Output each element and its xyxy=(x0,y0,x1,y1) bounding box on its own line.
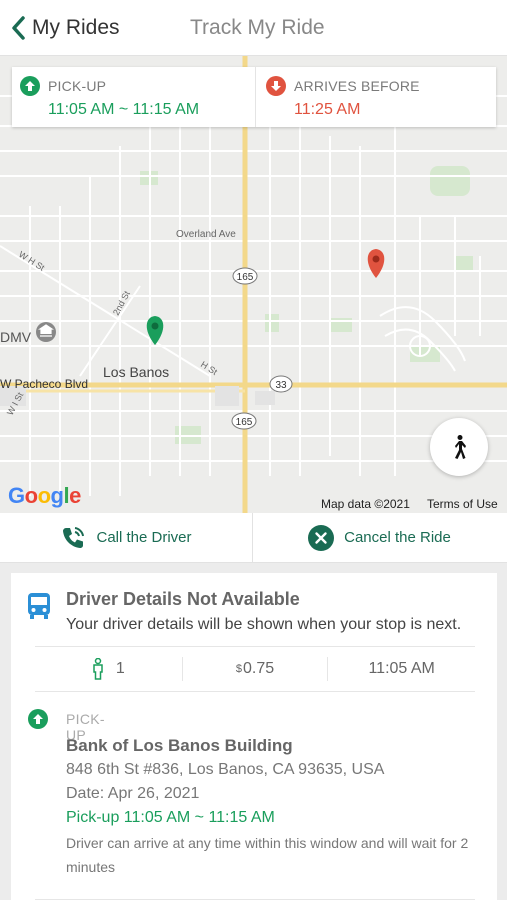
arrives-before-section: ARRIVES BEFORE 11:25 AM xyxy=(256,67,496,127)
passenger-count: 1 xyxy=(35,658,182,680)
walk-button[interactable] xyxy=(430,418,488,476)
person-icon xyxy=(93,658,103,680)
svg-text:Los Banos: Los Banos xyxy=(103,364,169,380)
walking-person-icon xyxy=(455,435,466,459)
google-logo: Google xyxy=(8,483,81,508)
svg-text:165: 165 xyxy=(237,272,254,283)
svg-text:W Pacheco Blvd: W Pacheco Blvd xyxy=(0,377,88,391)
svg-text:W H St: W H St xyxy=(17,249,47,273)
header: My Rides Track My Ride xyxy=(0,0,507,56)
ride-stats: 1 $ 0.75 11:05 AM xyxy=(35,646,475,692)
back-label: My Rides xyxy=(32,16,120,39)
pickup-note: Driver can arrive at any time within thi… xyxy=(66,835,469,875)
fare-amount: 0.75 xyxy=(243,660,275,677)
back-button[interactable]: My Rides xyxy=(10,12,120,44)
arrives-before-label: ARRIVES BEFORE xyxy=(294,78,420,94)
driver-title: Driver Details Not Available xyxy=(66,589,300,609)
driver-subtitle: Your driver details will be shown when y… xyxy=(66,616,462,633)
pickup-date: Date: Apr 26, 2021 xyxy=(66,785,200,802)
fare-currency: $ xyxy=(235,663,242,675)
svg-text:33: 33 xyxy=(275,380,287,391)
close-circle-icon xyxy=(308,524,335,551)
pickup-label: PICK-UP xyxy=(48,78,107,94)
call-driver-button[interactable]: Call the Driver xyxy=(0,513,253,562)
pickup-window-detail: Pick-up 11:05 AM ~ 11:15 AM xyxy=(66,809,275,826)
arrives-before-time: 11:25 AM xyxy=(294,101,361,118)
cancel-ride-label: Cancel the Ride xyxy=(344,529,451,546)
action-bar: Call the Driver Cancel the Ride xyxy=(0,513,507,563)
map-data-label: Map data ©2021 xyxy=(321,497,410,511)
fare: $ 0.75 xyxy=(181,657,329,681)
page-title: Track My Ride xyxy=(190,16,325,39)
bus-icon xyxy=(28,593,50,619)
pickup-location-name: Bank of Los Banos Building xyxy=(66,736,293,755)
pickup-window-section: PICK-UP 11:05 AM ~ 11:15 AM xyxy=(12,67,256,127)
terms-link[interactable]: Terms of Use xyxy=(427,497,498,511)
pickup-window: 11:05 AM ~ 11:15 AM xyxy=(48,101,200,118)
arrow-down-icon xyxy=(266,76,286,96)
svg-text:165: 165 xyxy=(236,417,253,428)
map-label-overland: Overland Ave xyxy=(176,229,236,240)
dropoff-pin-icon[interactable] xyxy=(367,249,385,278)
chevron-left-icon xyxy=(12,16,25,40)
arrow-up-icon xyxy=(20,76,40,96)
svg-text:DMV: DMV xyxy=(0,329,32,345)
driver-section: Driver Details Not Available Your driver… xyxy=(25,589,461,634)
arrow-up-icon xyxy=(28,709,48,729)
pickup-address: 848 6th St #836, Los Banos, CA 93635, US… xyxy=(66,761,385,778)
ride-details-card: Driver Details Not Available Your driver… xyxy=(11,573,497,900)
phone-icon xyxy=(63,526,85,548)
cancel-ride-button[interactable]: Cancel the Ride xyxy=(253,513,506,562)
call-driver-label: Call the Driver xyxy=(96,529,192,546)
pickup-time: 11:05 AM xyxy=(368,660,435,677)
time-card: PICK-UP 11:05 AM ~ 11:15 AM ARRIVES BEFO… xyxy=(12,67,496,127)
